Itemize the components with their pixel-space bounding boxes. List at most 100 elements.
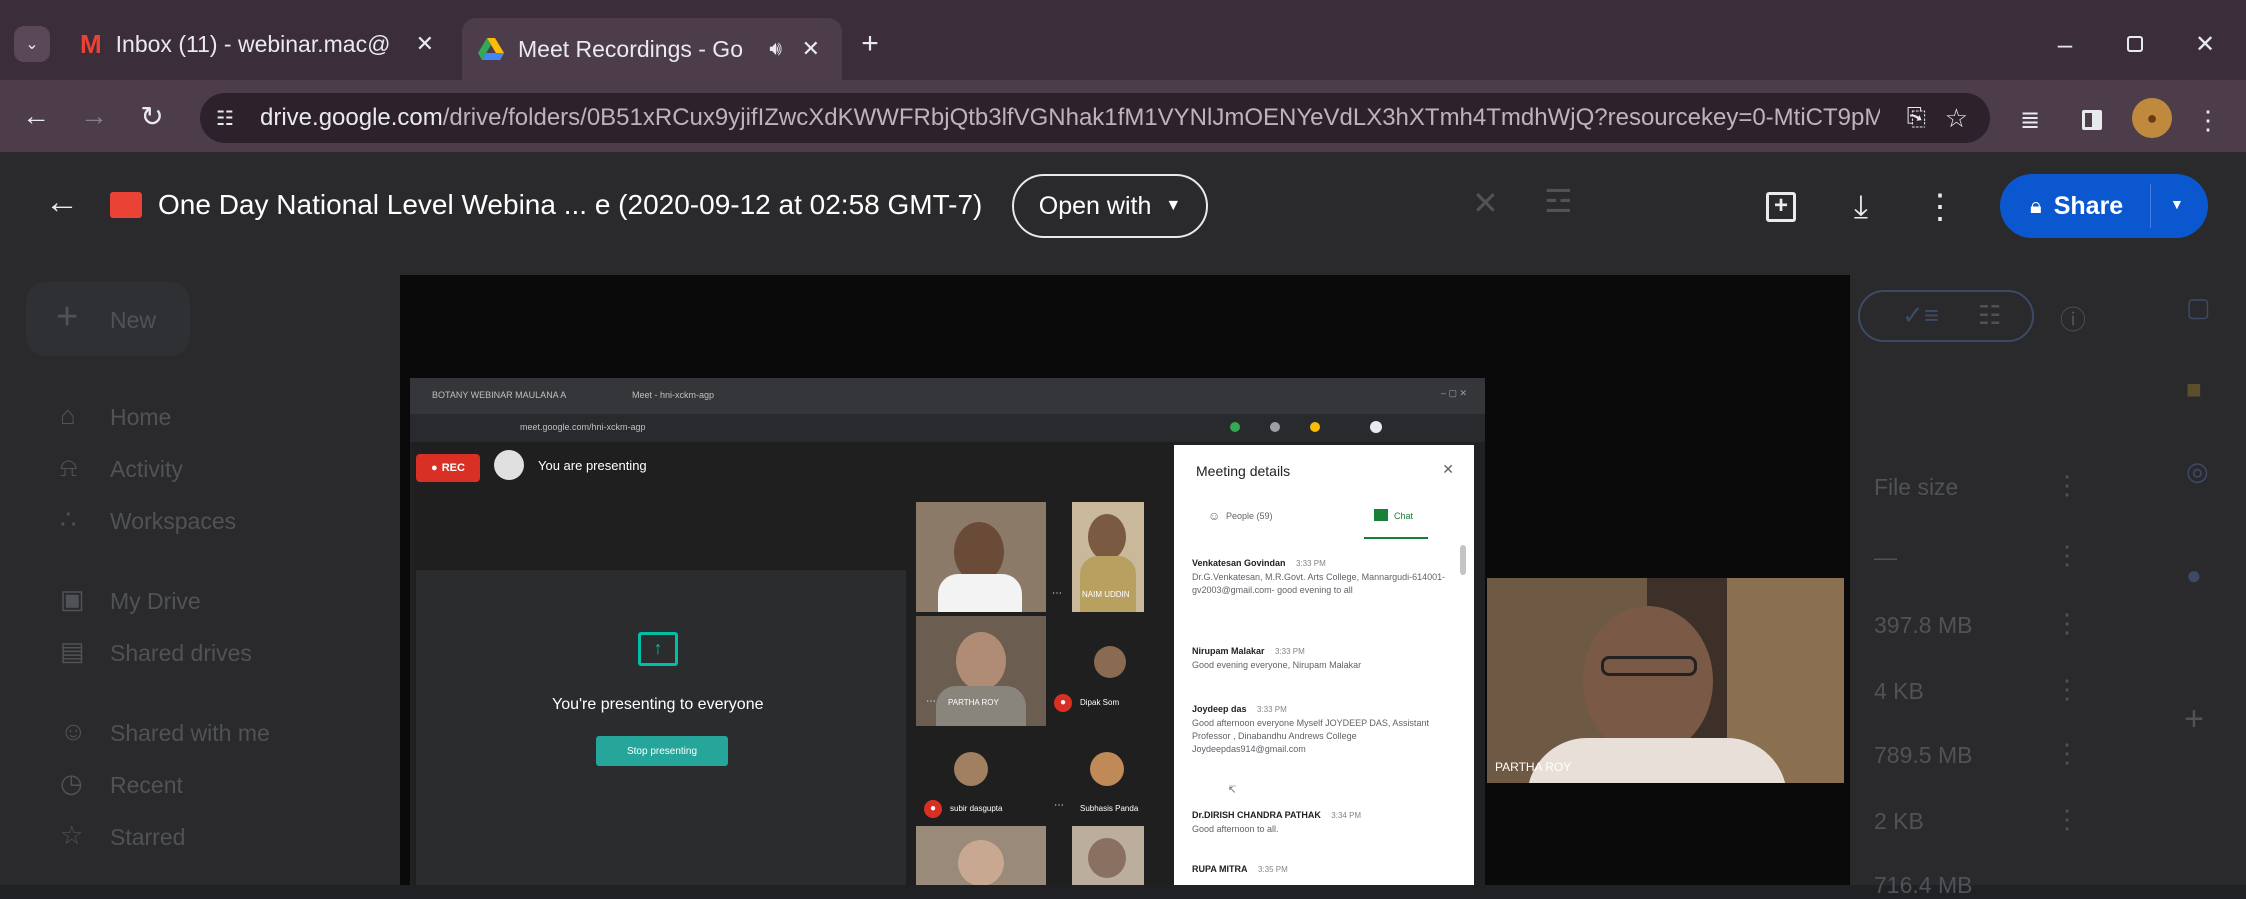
close-icon[interactable]: ✕ xyxy=(416,31,434,57)
rec-badge: ● REC xyxy=(416,454,480,482)
more-actions-button[interactable]: ⋮ xyxy=(1920,184,1960,230)
chat-tab[interactable]: Chat xyxy=(1394,511,1413,521)
file-title: One Day National Level Webina ... e (202… xyxy=(158,189,983,220)
speaker-icon[interactable]: 🔊︎ xyxy=(769,38,782,61)
star-icon: ☆ xyxy=(60,820,84,850)
url-path: /drive/folders/0B51xRCux9yjifIZwcXdKWWFR… xyxy=(442,104,1880,131)
stop-presenting-button[interactable]: Stop presenting xyxy=(596,736,728,766)
side-panel-button[interactable] xyxy=(2072,100,2112,140)
nav-shared-drives: Shared drives xyxy=(110,640,252,666)
presenting-panel xyxy=(416,570,906,885)
tab-meet-recordings[interactable]: Meet Recordings - Google 🔊︎ ✕ xyxy=(462,18,842,80)
tab-search-button[interactable]: ⌄ xyxy=(14,26,50,62)
chat-text: Good afternoon to all. xyxy=(1192,824,1279,834)
caret-down-icon[interactable]: ▼ xyxy=(2170,196,2184,212)
nav-workspaces: Workspaces xyxy=(110,508,237,534)
chat-message: Joydeep das 3:33 PM Good afternoon every… xyxy=(1192,699,1454,756)
chat-sender: RUPA MITRA xyxy=(1192,864,1248,874)
file-size-header: File size xyxy=(1874,474,1959,500)
browser-menu-button[interactable]: ⋮ xyxy=(2190,100,2226,140)
file-size-row: 2 KB xyxy=(1874,808,1924,834)
close-icon: ✕ xyxy=(2194,30,2216,58)
avatar xyxy=(494,450,524,480)
file-size-row: 397.8 MB xyxy=(1874,612,1973,638)
mouse-cursor-icon: ↸ xyxy=(1228,785,1237,796)
drive-icon xyxy=(478,38,504,60)
stop-presenting-label: Stop presenting xyxy=(626,745,698,757)
face-avatar xyxy=(1094,646,1126,678)
muted-icon: ● xyxy=(924,800,942,818)
site-info-icon[interactable]: ☷ xyxy=(216,106,234,131)
tab-inbox[interactable]: M Inbox (11) - webinar.mac@mau ✕ xyxy=(70,18,450,70)
keep-icon: ■ xyxy=(2186,374,2202,404)
chat-message: Dr.DIRISH CHANDRA PATHAK 3:34 PM Good af… xyxy=(1192,805,1454,836)
home-icon: ⌂ xyxy=(60,400,76,430)
view-toggle xyxy=(1858,290,2034,342)
chevron-down-icon: ⌄ xyxy=(25,36,39,53)
back-button[interactable]: ← xyxy=(18,98,54,134)
close-preview-button[interactable]: ← xyxy=(40,180,84,224)
recorded-tab-2: Meet - hni-xckm-agp xyxy=(632,390,715,400)
nav-activity: Activity xyxy=(110,456,183,482)
more-vert-icon: ⋮ xyxy=(1923,188,1957,226)
clock-icon: ◷ xyxy=(60,768,83,798)
people-icon: ☺ xyxy=(60,716,87,746)
open-with-button[interactable]: Open with ▼ xyxy=(1012,174,1208,238)
chat-sender: Venkatesan Govindan xyxy=(1192,558,1286,568)
add-comment-icon: + xyxy=(1766,192,1796,222)
close-window-button[interactable]: ✕ xyxy=(2180,22,2230,66)
tasks-icon: ◎ xyxy=(2186,456,2209,486)
chat-time: 3:34 PM xyxy=(1331,811,1362,820)
participant-tile xyxy=(1072,826,1144,885)
reading-list-button[interactable]: ≣ xyxy=(2010,100,2050,140)
close-icon[interactable]: ✕ xyxy=(802,36,820,62)
participant-tile xyxy=(916,502,1046,612)
restore-button[interactable] xyxy=(2110,22,2160,66)
share-button[interactable]: 🔒︎ Share ▼ xyxy=(2000,174,2208,238)
chat-message: Nirupam Malakar 3:33 PM Good evening eve… xyxy=(1192,641,1454,672)
nav-shared-with-me: Shared with me xyxy=(110,720,270,746)
people-tab[interactable]: People (59) xyxy=(1226,511,1273,521)
grid-view-icon: ☷ xyxy=(1978,300,2002,330)
more-vert-icon: ⋮ xyxy=(2054,674,2080,704)
participant-name: Subhasis Panda xyxy=(1080,804,1139,813)
my-drive-icon: ▣ xyxy=(60,584,85,614)
participant-name: Dipak Som xyxy=(1080,698,1120,707)
new-button-label: New xyxy=(110,307,157,333)
rec-label: REC xyxy=(441,462,465,474)
url-text[interactable]: drive.google.com/drive/folders/0B51xRCux… xyxy=(260,104,1880,132)
arrow-right-icon: → xyxy=(80,100,108,131)
plus-icon: + xyxy=(861,27,879,60)
recorded-tab-1: BOTANY WEBINAR MAULANA A xyxy=(432,390,567,400)
new-tab-button[interactable]: + xyxy=(850,24,890,64)
forward-button[interactable]: → xyxy=(76,98,112,134)
recorded-url: meet.google.com/hni-xckm-agp xyxy=(520,422,646,432)
participant-tile xyxy=(916,826,1046,885)
address-bar[interactable]: ☷ drive.google.com/drive/folders/0B51xRC… xyxy=(200,93,1990,143)
nav-recent: Recent xyxy=(110,772,183,798)
add-app-icon: + xyxy=(2184,700,2204,738)
meeting-details-title: Meeting details xyxy=(1196,463,1291,479)
participant-name: subir dasgupta xyxy=(950,804,1003,813)
minimize-button[interactable]: – xyxy=(2040,22,2090,66)
face-avatar xyxy=(1088,514,1126,560)
close-icon[interactable]: ✕ xyxy=(1442,461,1454,478)
add-comment-button[interactable]: + xyxy=(1758,184,1804,230)
workspaces-icon: ∴ xyxy=(60,504,77,534)
face-avatar xyxy=(954,752,988,786)
download-button[interactable]: ⤓ xyxy=(1838,184,1884,230)
scrollbar[interactable] xyxy=(1460,545,1466,575)
file-size-row: 4 KB xyxy=(1874,678,1924,704)
file-size-row: 789.5 MB xyxy=(1874,742,1973,768)
chat-message: Venkatesan Govindan 3:33 PM Dr.G.Venkate… xyxy=(1192,553,1454,597)
chat-text: Good afternoon everyone Myself JOYDEEP D… xyxy=(1192,718,1429,754)
list-view-icon: ✓≡ xyxy=(1902,300,1939,330)
bell-icon: ⍾ xyxy=(60,452,78,482)
arrow-left-icon: ← xyxy=(45,182,79,221)
record-dot-icon: ● xyxy=(431,462,438,474)
profile-avatar[interactable]: ● xyxy=(2132,98,2172,138)
install-app-icon[interactable]: ⎘ xyxy=(1907,104,1926,132)
reload-button[interactable]: ↻ xyxy=(134,98,170,134)
bookmark-star-icon[interactable]: ☆ xyxy=(1945,103,1968,134)
tab-title: Meet Recordings - Google xyxy=(518,35,743,62)
